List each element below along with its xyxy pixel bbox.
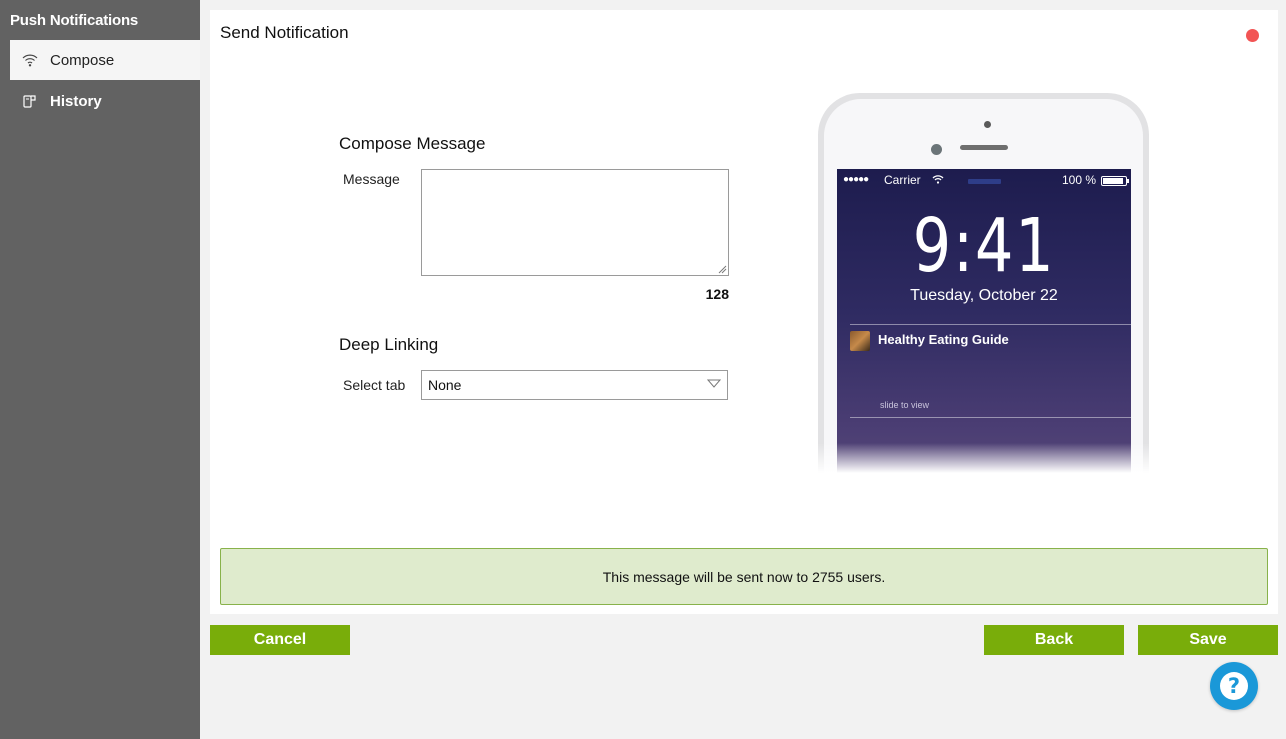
character-counter: 128 bbox=[705, 286, 729, 302]
wifi-signal-icon bbox=[20, 50, 40, 70]
select-tab-label: Select tab bbox=[343, 377, 406, 393]
wifi-icon bbox=[932, 175, 944, 184]
sidebar-item-compose[interactable]: Compose bbox=[10, 40, 200, 80]
chevron-down-icon bbox=[707, 379, 721, 388]
sidebar: Push Notifications Compose History bbox=[0, 0, 200, 739]
slide-to-view-hint: slide to view bbox=[880, 400, 930, 410]
select-tab-dropdown[interactable]: None bbox=[421, 370, 728, 400]
message-label: Message bbox=[343, 171, 400, 187]
battery-icon bbox=[1101, 176, 1129, 186]
battery-percent: 100 % bbox=[1062, 173, 1097, 187]
front-camera-icon bbox=[931, 144, 942, 155]
sidebar-item-label: History bbox=[50, 92, 102, 110]
history-icon bbox=[20, 91, 40, 111]
save-button[interactable]: Save bbox=[1138, 625, 1278, 655]
carrier-label: Carrier bbox=[884, 173, 921, 187]
divider bbox=[850, 417, 1131, 418]
phone-preview: ●●●●● Carrier 100 % 9:41 Tuesday, Octobe… bbox=[818, 93, 1149, 473]
question-mark-icon: ? bbox=[1220, 672, 1248, 700]
divider bbox=[850, 324, 1131, 325]
select-tab-value: None bbox=[428, 377, 462, 393]
help-button[interactable]: ? bbox=[1210, 662, 1258, 710]
back-button[interactable]: Back bbox=[984, 625, 1124, 655]
notification-app-name: Healthy Eating Guide bbox=[878, 332, 1009, 347]
phone-fade bbox=[818, 443, 1149, 473]
speaker-icon bbox=[960, 145, 1008, 150]
sidebar-title: Push Notifications bbox=[10, 12, 139, 29]
info-message: This message will be sent now to 2755 us… bbox=[602, 568, 886, 585]
resize-grip-icon[interactable] bbox=[718, 265, 727, 274]
camera-dot-icon bbox=[984, 121, 991, 128]
signal-dots: ●●●●● bbox=[843, 174, 869, 185]
status-bar-indicator bbox=[968, 179, 1001, 184]
deep-linking-heading: Deep Linking bbox=[339, 335, 439, 354]
page-title: Send Notification bbox=[220, 23, 349, 42]
send-notification-panel: Send Notification Compose Message Messag… bbox=[210, 10, 1278, 614]
lock-screen-time: 9:41 bbox=[912, 203, 1056, 289]
close-icon[interactable] bbox=[1246, 29, 1259, 42]
message-textarea[interactable] bbox=[421, 169, 729, 276]
recipient-info-banner: This message will be sent now to 2755 us… bbox=[220, 548, 1268, 605]
cancel-button[interactable]: Cancel bbox=[210, 625, 350, 655]
compose-message-heading: Compose Message bbox=[339, 134, 486, 153]
lock-screen: ●●●●● Carrier 100 % 9:41 Tuesday, Octobe… bbox=[837, 169, 1131, 473]
sidebar-item-history[interactable]: History bbox=[10, 81, 200, 121]
app-icon bbox=[850, 331, 870, 351]
sidebar-item-label: Compose bbox=[50, 51, 115, 69]
lock-screen-date: Tuesday, October 22 bbox=[910, 287, 1058, 304]
